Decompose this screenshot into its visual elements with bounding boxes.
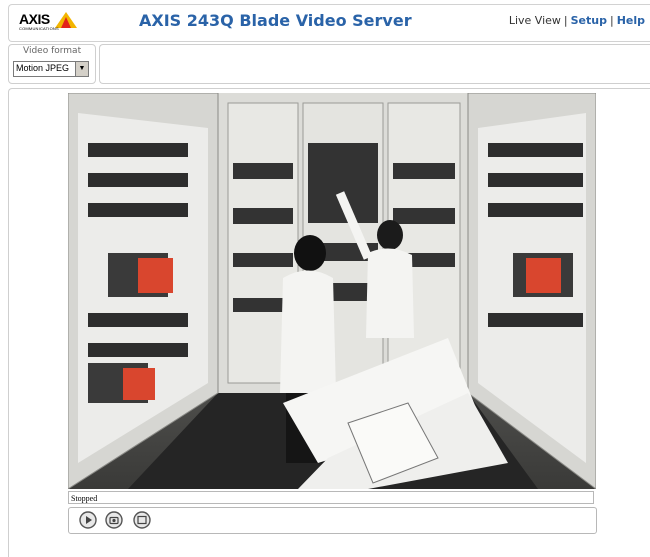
video-stream-image bbox=[68, 93, 596, 489]
nav-separator: | bbox=[563, 14, 568, 27]
dropdown-arrow-icon[interactable]: ▼ bbox=[75, 62, 88, 76]
page-header: AXIS COMMUNICATIONS AXIS 243Q Blade Vide… bbox=[8, 4, 650, 42]
logo-wordmark: AXIS bbox=[19, 11, 50, 27]
fullscreen-icon[interactable] bbox=[133, 511, 151, 529]
video-format-label: Video format bbox=[23, 46, 82, 56]
video-format-select[interactable]: Motion JPEG ▼ bbox=[13, 61, 89, 77]
stream-status-bar: Stopped bbox=[68, 491, 594, 504]
video-format-value: Motion JPEG bbox=[16, 63, 70, 73]
top-nav: Live View | Setup | Help bbox=[509, 14, 645, 27]
axis-logo[interactable]: AXIS COMMUNICATIONS bbox=[19, 11, 79, 35]
video-format-panel: Video format Motion JPEG ▼ bbox=[8, 44, 96, 84]
player-controls bbox=[68, 507, 597, 534]
toolbar-panel bbox=[99, 44, 650, 84]
nav-setup-link[interactable]: Setup bbox=[571, 14, 607, 27]
nav-live-view-link[interactable]: Live View bbox=[509, 14, 561, 27]
page-title: AXIS 243Q Blade Video Server bbox=[139, 11, 412, 30]
nav-separator: | bbox=[609, 14, 614, 27]
play-icon[interactable] bbox=[79, 511, 97, 529]
nav-help-link[interactable]: Help bbox=[617, 14, 645, 27]
snapshot-icon[interactable] bbox=[105, 511, 123, 529]
logo-subtitle: COMMUNICATIONS bbox=[19, 26, 59, 31]
